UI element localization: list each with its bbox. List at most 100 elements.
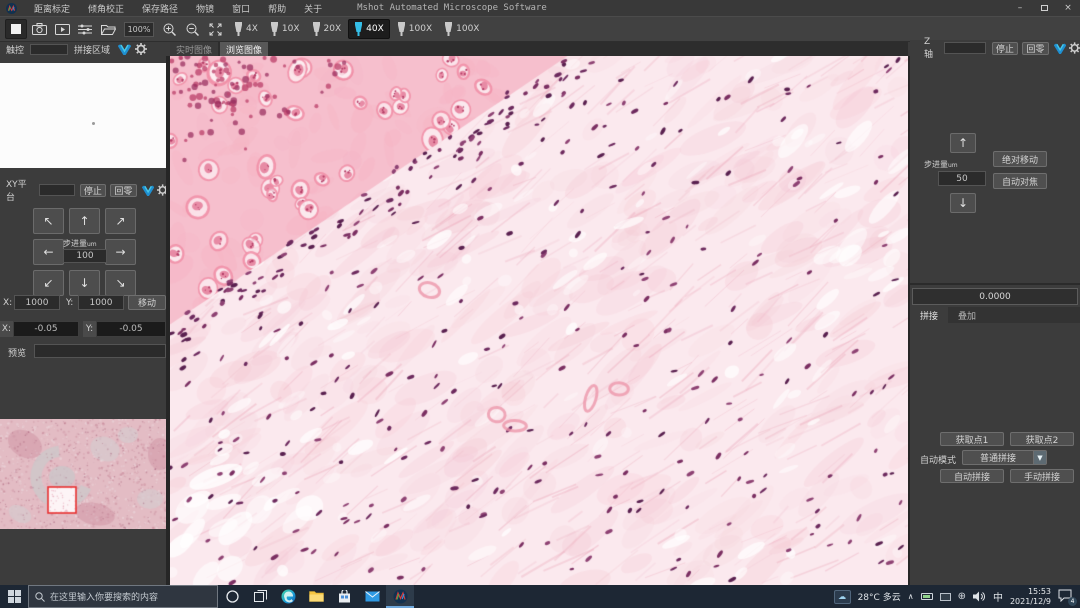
x-target-input[interactable]: 1000: [14, 295, 60, 310]
network-globe-icon[interactable]: ⊕: [958, 591, 966, 602]
action-center-button[interactable]: 4: [1058, 589, 1074, 604]
weather-icon[interactable]: ☁: [834, 590, 851, 604]
tab-stitch[interactable]: 拼接: [910, 307, 948, 323]
zoom-out-button[interactable]: [181, 19, 203, 39]
z-down-button[interactable]: ↓: [950, 193, 976, 213]
weather-text[interactable]: 28°C 多云: [858, 590, 901, 603]
objective-100x-oil-button[interactable]: 100X: [439, 20, 484, 38]
task-view-icon: [254, 590, 267, 603]
objective-40x-button[interactable]: 40X: [348, 19, 390, 39]
v-checkmark-icon[interactable]: [1054, 43, 1066, 54]
z-zero-button[interactable]: 回零: [1022, 42, 1048, 55]
menu-help[interactable]: 帮助: [259, 2, 295, 15]
menu-window[interactable]: 窗口: [223, 2, 259, 15]
autofocus-button[interactable]: 自动对焦: [993, 173, 1047, 189]
maximize-button[interactable]: [1032, 0, 1056, 16]
objective-20x-button[interactable]: 20X: [307, 20, 347, 38]
gear-icon[interactable]: [135, 43, 147, 55]
battery-icon[interactable]: [921, 593, 933, 600]
move-left-button[interactable]: ←: [33, 239, 64, 265]
objective-10x-button[interactable]: 10X: [265, 20, 305, 38]
move-down-left-button[interactable]: ↙: [33, 270, 64, 296]
xy-move-button[interactable]: 移动: [128, 295, 166, 310]
xy-zero-button[interactable]: 回零: [110, 184, 136, 197]
cortana-button[interactable]: [218, 585, 246, 608]
tab-overlay[interactable]: 叠加: [948, 307, 986, 323]
edge-button[interactable]: [274, 585, 302, 608]
menu-objective[interactable]: 物镜: [187, 2, 223, 15]
manual-stitch-button[interactable]: 手动拼接: [1010, 469, 1074, 483]
move-right-button[interactable]: →: [105, 239, 136, 265]
objective-label: 4X: [246, 24, 258, 34]
y-target-input[interactable]: 1000: [78, 295, 124, 310]
taskbar-search-input[interactable]: 在这里输入你要搜索的内容: [28, 585, 218, 608]
menu-distance-calibration[interactable]: 距离标定: [25, 2, 79, 15]
stop-capture-button[interactable]: [5, 19, 27, 39]
task-view-button[interactable]: [246, 585, 274, 608]
stitch-mode-dropdown[interactable]: 普通拼接 ▼: [962, 450, 1047, 465]
hidden-icons-chevron[interactable]: ∧: [908, 592, 914, 601]
touch-pad-cursor: [92, 122, 95, 125]
move-up-left-button[interactable]: ↖: [33, 208, 64, 234]
menu-save-path[interactable]: 保存路径: [133, 2, 187, 15]
navigation-thumbnail[interactable]: [0, 419, 166, 529]
microscope-image[interactable]: [170, 56, 908, 585]
folder-icon: [101, 24, 116, 35]
search-icon: [35, 592, 45, 602]
mail-button[interactable]: [358, 585, 386, 608]
objective-4x-button[interactable]: 4X: [229, 20, 263, 38]
ime-indicator[interactable]: 中: [993, 589, 1003, 604]
stitch-area-label: 拼接区域: [74, 43, 110, 56]
objective-100x-button[interactable]: 100X: [392, 20, 437, 38]
device-icon[interactable]: [940, 593, 951, 601]
open-folder-button[interactable]: [97, 19, 119, 39]
start-button[interactable]: [0, 585, 28, 608]
fit-screen-button[interactable]: [204, 19, 226, 39]
v-checkmark-icon[interactable]: [142, 185, 154, 196]
move-down-right-button[interactable]: ↘: [105, 270, 136, 296]
image-tab-strip: 实时图像 浏览图像: [170, 42, 908, 56]
absolute-move-button[interactable]: 绝对移动: [993, 151, 1047, 167]
stop-icon: [11, 24, 21, 34]
z-step-input[interactable]: 50: [938, 171, 986, 186]
z-axis-input[interactable]: [944, 42, 985, 54]
taskbar-clock[interactable]: 15:53 2021/12/9: [1010, 587, 1051, 607]
v-checkmark-icon[interactable]: [118, 44, 131, 55]
record-video-button[interactable]: [51, 19, 73, 39]
settings-sliders-button[interactable]: [74, 19, 96, 39]
get-point-2-button[interactable]: 获取点2: [1010, 432, 1074, 446]
snapshot-button[interactable]: [28, 19, 50, 39]
xy-stop-button[interactable]: 停止: [80, 184, 106, 197]
tab-live-image[interactable]: 实时图像: [170, 42, 218, 56]
menu-about[interactable]: 关于: [295, 2, 331, 15]
get-point-1-button[interactable]: 获取点1: [940, 432, 1004, 446]
z-up-button[interactable]: ↑: [950, 133, 976, 153]
y-pos-label: Y:: [83, 321, 96, 337]
preview-field[interactable]: [34, 344, 166, 358]
zoom-in-button[interactable]: [158, 19, 180, 39]
minimize-button[interactable]: –: [1008, 0, 1032, 16]
display-zoom-select[interactable]: 100%: [124, 22, 154, 37]
objective-icon: [397, 22, 406, 36]
preview-label: 预览: [8, 346, 26, 359]
xy-step-input[interactable]: 100: [63, 249, 107, 263]
file-explorer-button[interactable]: [302, 585, 330, 608]
gear-icon[interactable]: [1069, 42, 1080, 54]
touch-input[interactable]: [30, 44, 68, 55]
tab-browse-image[interactable]: 浏览图像: [220, 42, 268, 56]
xy-stage-input[interactable]: [39, 184, 75, 196]
store-icon: [338, 590, 351, 603]
mshot-app-button[interactable]: [386, 585, 414, 608]
move-up-right-button[interactable]: ↗: [105, 208, 136, 234]
stitch-mode-value: 普通拼接: [963, 451, 1033, 464]
z-stop-button[interactable]: 停止: [992, 42, 1018, 55]
store-button[interactable]: [330, 585, 358, 608]
auto-stitch-button[interactable]: 自动拼接: [940, 469, 1004, 483]
volume-icon[interactable]: [973, 591, 986, 602]
menu-tilt-correction[interactable]: 倾角校正: [79, 2, 133, 15]
touch-pad-area[interactable]: [0, 63, 166, 168]
move-down-button[interactable]: ↓: [69, 270, 100, 296]
zoom-in-icon: [163, 23, 176, 36]
close-button[interactable]: ×: [1056, 0, 1080, 16]
move-up-button[interactable]: ↑: [69, 208, 100, 234]
